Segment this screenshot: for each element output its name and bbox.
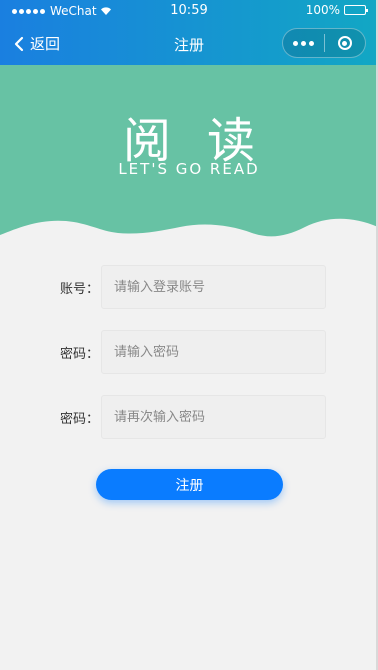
password-row: 密码： <box>0 330 378 374</box>
account-label: 账号： <box>60 282 100 297</box>
mini-program-capsule <box>282 28 366 58</box>
account-input[interactable] <box>101 265 326 309</box>
password-label: 密码： <box>60 347 100 362</box>
banner: 阅读 LET'S GO READ <box>0 65 378 245</box>
battery-icon <box>344 5 368 15</box>
more-dot-icon <box>293 40 298 46</box>
status-bar: WeChat 10:59 100% <box>0 0 378 22</box>
nav-bar: 返回 注册 <box>0 22 378 65</box>
banner-subtitle: LET'S GO READ <box>118 160 260 178</box>
register-button[interactable]: 注册 <box>96 469 283 500</box>
battery-percent: 100% <box>305 3 340 17</box>
account-row: 账号： <box>0 265 378 309</box>
confirm-password-row: 密码： <box>0 395 378 439</box>
wave-decoration <box>0 218 378 245</box>
top-bar: WeChat 10:59 100% 返回 注册 <box>0 0 378 65</box>
more-dot-icon <box>309 40 314 46</box>
close-circle-icon <box>337 36 352 50</box>
confirm-password-input[interactable] <box>101 395 326 439</box>
more-button[interactable] <box>283 29 324 57</box>
more-dot-icon <box>301 40 306 46</box>
battery-status: 100% <box>305 3 368 17</box>
confirm-password-label: 密码： <box>60 412 100 427</box>
password-input[interactable] <box>101 330 326 374</box>
close-button[interactable] <box>325 29 365 57</box>
